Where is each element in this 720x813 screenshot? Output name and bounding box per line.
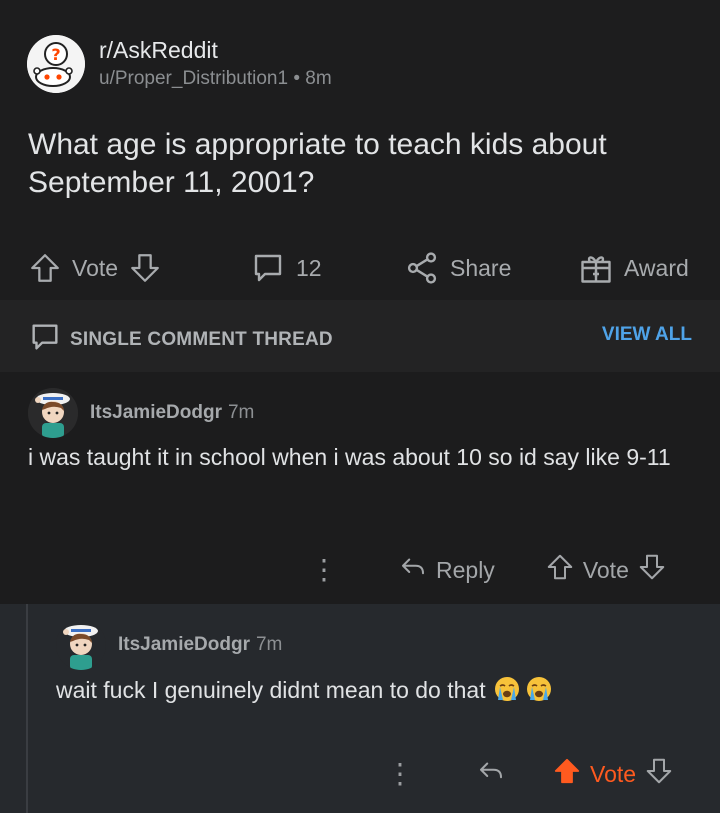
- askreddit-logo-icon: ?: [27, 35, 85, 93]
- comment-reply: ItsJamieDodgr 7m wait fuck I genuinely d…: [0, 604, 720, 813]
- subreddit-name[interactable]: r/AskReddit: [99, 36, 332, 64]
- downvote-arrow-icon[interactable]: [128, 251, 162, 285]
- comment-header: ItsJamieDodgr 7m: [56, 620, 282, 670]
- gift-award-icon: [578, 250, 614, 286]
- single-thread-bar: SINGLE COMMENT THREAD VIEW ALL: [0, 300, 720, 372]
- reply-arrow-icon: [476, 756, 506, 792]
- post-author[interactable]: u/Proper_Distribution1: [99, 68, 288, 89]
- snoo-avatar-icon: [56, 620, 106, 670]
- post-action-bar: Vote 12 Share Award: [0, 240, 720, 296]
- comment-bubble-icon: [250, 250, 286, 286]
- share-label: Share: [450, 254, 512, 281]
- comment-username[interactable]: ItsJamieDodgr: [118, 634, 250, 656]
- comment-username[interactable]: ItsJamieDodgr: [90, 402, 222, 424]
- thread-label: SINGLE COMMENT THREAD: [28, 320, 333, 360]
- downvote-arrow-icon[interactable]: [644, 756, 674, 792]
- reply-button[interactable]: Reply: [398, 552, 503, 588]
- comment-vote-label: Vote: [590, 760, 637, 787]
- award-button[interactable]: Award: [578, 240, 699, 296]
- post-author-line: u/Proper_Distribution1 • 8m: [99, 66, 332, 92]
- thread-label-text: SINGLE COMMENT THREAD: [70, 329, 333, 350]
- upvote-arrow-icon[interactable]: [545, 552, 575, 588]
- comment-body: wait fuck I genuinely didnt mean to do t…: [56, 677, 486, 703]
- post-title[interactable]: What age is appropriate to teach kids ab…: [28, 126, 688, 202]
- comment-vote-group: Vote: [545, 552, 667, 588]
- view-all-link[interactable]: VIEW ALL: [602, 324, 692, 346]
- avatar[interactable]: [56, 620, 106, 670]
- award-label: Award: [624, 254, 689, 281]
- comment-vote-group: Vote: [552, 756, 674, 792]
- comments-button[interactable]: 12: [250, 240, 332, 296]
- post-meta: r/AskReddit u/Proper_Distribution1 • 8m: [99, 36, 332, 92]
- subreddit-avatar[interactable]: ?: [27, 35, 85, 93]
- upvote-arrow-icon[interactable]: [28, 251, 62, 285]
- comment-time: 7m: [255, 634, 283, 655]
- comment-time: 7m: [227, 402, 255, 423]
- reply-label: Reply: [436, 556, 495, 583]
- post-vote-group: Vote: [28, 240, 162, 296]
- post-header: ? r/AskReddit u/Proper_Distribution1 • 8…: [27, 35, 332, 93]
- thread-indent-line[interactable]: [26, 604, 28, 813]
- snoo-avatar-icon: [28, 388, 78, 438]
- crying-emoji-icon: [526, 677, 552, 703]
- downvote-arrow-icon[interactable]: [637, 552, 667, 588]
- comment-action-bar: ⋮ Reply Vote: [310, 550, 667, 590]
- meta-separator: •: [293, 68, 300, 89]
- svg-text:?: ?: [51, 45, 60, 64]
- comment: ItsJamieDodgr 7m i was taught it in scho…: [0, 372, 720, 604]
- thread-bubble-icon: [28, 320, 62, 360]
- comment-header: ItsJamieDodgr 7m: [28, 388, 254, 438]
- upvote-filled-arrow-icon[interactable]: [552, 756, 582, 792]
- post-vote-label: Vote: [72, 254, 119, 281]
- comment-body: i was taught it in school when i was abo…: [28, 444, 671, 470]
- post-card: ? r/AskReddit u/Proper_Distribution1 • 8…: [0, 0, 720, 300]
- avatar[interactable]: [28, 388, 78, 438]
- comments-count: 12: [296, 254, 322, 281]
- comment-body-line: wait fuck I genuinely didnt mean to do t…: [56, 675, 696, 705]
- more-options-button[interactable]: ⋮: [386, 760, 414, 788]
- crying-emoji-icon: [492, 677, 526, 703]
- more-options-button[interactable]: ⋮: [310, 556, 338, 584]
- comment-vote-label: Vote: [582, 556, 629, 583]
- post-age: 8m: [305, 68, 332, 89]
- reply-arrow-icon: [398, 552, 428, 588]
- share-icon: [404, 250, 440, 286]
- reply-button[interactable]: [476, 756, 506, 792]
- share-button[interactable]: Share: [404, 240, 521, 296]
- comment-action-bar: ⋮ Vote: [386, 754, 674, 794]
